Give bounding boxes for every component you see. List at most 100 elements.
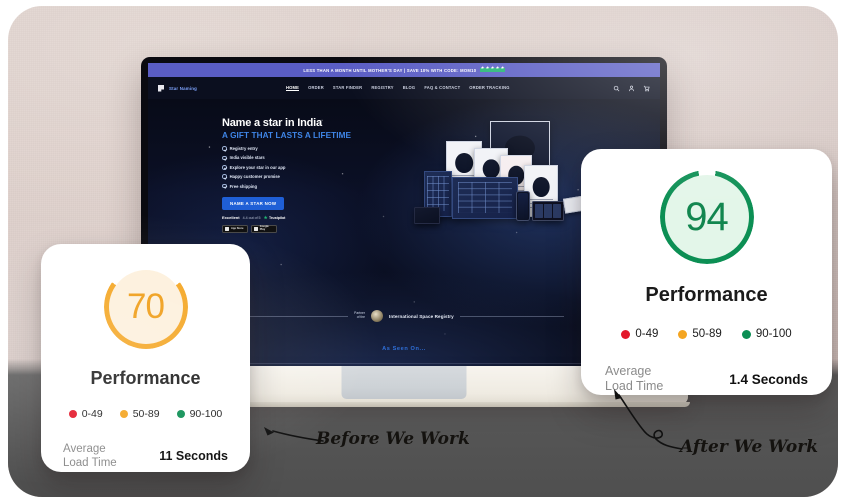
legend-item-high: 90-100: [176, 408, 223, 420]
app-store-badge[interactable]: App Store: [222, 224, 248, 233]
legend-item-high: 90-100: [741, 328, 792, 340]
list-item: India visible stars: [222, 155, 402, 160]
check-icon: [222, 155, 227, 161]
bullet-label: Happy customer promise: [229, 174, 280, 180]
legend-dot-green: [176, 410, 185, 418]
partner-row: Partner of the International Space Regis…: [148, 310, 660, 322]
google-play-badge-label: Google Play: [259, 225, 269, 231]
envelope-card: [562, 195, 588, 214]
list-item: Explore your star in our app: [222, 165, 402, 170]
hero-copy: Name a star in India A GIFT THAT LASTS A…: [222, 117, 402, 233]
load-time-row: Average Load Time 1.4 Seconds: [605, 364, 808, 395]
desk-shadow-fade: [8, 359, 838, 375]
nav-item-order[interactable]: ORDER: [308, 85, 324, 90]
star-chart-panel: [452, 177, 518, 219]
gauge-container: 70: [41, 265, 250, 349]
account-icon[interactable]: [628, 85, 635, 92]
load-time-label: Average Load Time: [63, 442, 117, 470]
performance-gauge: 94: [659, 170, 754, 264]
laptop-base-notch: [341, 366, 467, 399]
gauge-inner: 94: [664, 175, 749, 259]
gift-box: [414, 207, 440, 224]
laptop-base: [120, 366, 688, 404]
legend-dot-orange: [678, 329, 688, 339]
legend-item-mid: 50-89: [678, 328, 722, 340]
nav-item-star-finder[interactable]: STAR FINDER: [333, 85, 362, 90]
bullet-label: Registry entry: [229, 146, 258, 151]
load-time-value: 1.4 Seconds: [729, 371, 808, 387]
gauge-ring: [103, 265, 188, 349]
score-legend: 0-49 50-89 90-100: [581, 328, 832, 340]
search-icon[interactable]: [613, 85, 620, 92]
load-time-label-line1: Average: [605, 364, 652, 378]
check-icon: [222, 164, 227, 170]
legend-label: 0-49: [635, 328, 659, 340]
laptop-mockup: LESS THAN A MONTH UNTIL MOTHER'S DAY | S…: [141, 57, 667, 366]
hero-bottom-divider: [148, 363, 660, 364]
divider-right: [459, 315, 564, 317]
google-play-badge[interactable]: Google Play: [251, 224, 277, 233]
legend-dot-red: [621, 329, 631, 339]
legend-dot-red: [68, 410, 77, 418]
nav-item-faq-contact[interactable]: FAQ & CONTACT: [424, 85, 460, 90]
hero-cta-button[interactable]: NAME A STAR NOW: [222, 196, 285, 210]
load-time-label: Average Load Time: [605, 364, 663, 395]
nav-item-order-tracking[interactable]: ORDER TRACKING: [469, 85, 509, 90]
bullet-label: Free shipping: [229, 183, 258, 189]
legend-label: 50-89: [132, 408, 160, 420]
app-store-badge-label: App Store: [231, 226, 244, 230]
hero-product-image: [412, 115, 608, 267]
performance-score: 70: [127, 287, 165, 326]
star-map-poster: [490, 121, 550, 185]
load-time-label-line2: Load Time: [605, 379, 664, 394]
after-arrow-icon: [614, 389, 683, 450]
legend-label: 90-100: [189, 408, 223, 420]
laptop-lid: LESS THAN A MONTH UNTIL MOTHER'S DAY | S…: [141, 57, 667, 366]
promo-banner-text: LESS THAN A MONTH UNTIL MOTHER'S DAY | S…: [303, 67, 477, 73]
as-seen-on-heading: As Seen On...: [382, 346, 426, 352]
nav-item-registry[interactable]: REGISTRY: [371, 85, 393, 90]
nav-item-home[interactable]: HOME: [286, 85, 300, 92]
cart-icon[interactable]: [643, 85, 650, 92]
trust-word: Excellent: [222, 215, 240, 221]
hero-bullet-list: Registry entry India visible stars Explo…: [222, 146, 402, 189]
desk-dark-band: [8, 375, 838, 497]
certificate-2: [474, 148, 508, 198]
before-arrow-icon: [264, 427, 324, 442]
performance-card-after: 94 Performance 0-49 50-89 90-100 Average…: [581, 149, 832, 395]
trust-score: 4.4 out of 5: [242, 215, 261, 220]
phone-mockup: [516, 191, 530, 221]
performance-score: 94: [685, 194, 728, 239]
site-promo-banner[interactable]: LESS THAN A MONTH UNTIL MOTHER'S DAY | S…: [148, 63, 660, 77]
trustpilot-stars-icon: [480, 65, 505, 73]
bullet-label: Explore your star in our app: [229, 164, 286, 170]
nav-item-blog[interactable]: BLOG: [403, 85, 416, 90]
legend-label: 0-49: [81, 408, 103, 420]
browser-screen: LESS THAN A MONTH UNTIL MOTHER'S DAY | S…: [148, 63, 660, 366]
list-item: Happy customer promise: [222, 174, 402, 179]
load-time-label-line2: Load Time: [63, 457, 117, 470]
bullet-label: India visible stars: [229, 155, 265, 161]
background-panel: LESS THAN A MONTH UNTIL MOTHER'S DAY | S…: [8, 6, 838, 497]
tablet-mockup: [532, 201, 564, 221]
hero-title: Name a star in India: [222, 117, 322, 129]
gauge-inner: 70: [108, 270, 183, 344]
check-icon: [222, 183, 227, 189]
background-grain: [8, 6, 838, 497]
starfield-background: [148, 99, 660, 366]
gauge-ring: [659, 170, 754, 264]
partner-name: International Space Registry: [388, 313, 454, 319]
trustpilot-rating: Excellent 4.4 out of 5 Trustpilot: [222, 215, 402, 221]
performance-card-before: 70 Performance 0-49 50-89 90-100 Average…: [41, 244, 250, 472]
google-play-icon: [254, 226, 258, 231]
list-item: Registry entry: [222, 146, 402, 151]
registry-seal-icon: [370, 310, 383, 322]
card-title: Performance: [90, 368, 201, 388]
product-glow: [423, 136, 597, 246]
nav-links: HOME ORDER STAR FINDER REGISTRY BLOG FAQ…: [286, 85, 510, 92]
card-title: Performance: [645, 284, 768, 306]
certificate-3: [500, 155, 532, 203]
mountain-silhouette: [148, 243, 660, 366]
site-logo[interactable]: Star Naming: [158, 84, 286, 92]
annotation-after: After We Work: [680, 437, 818, 457]
